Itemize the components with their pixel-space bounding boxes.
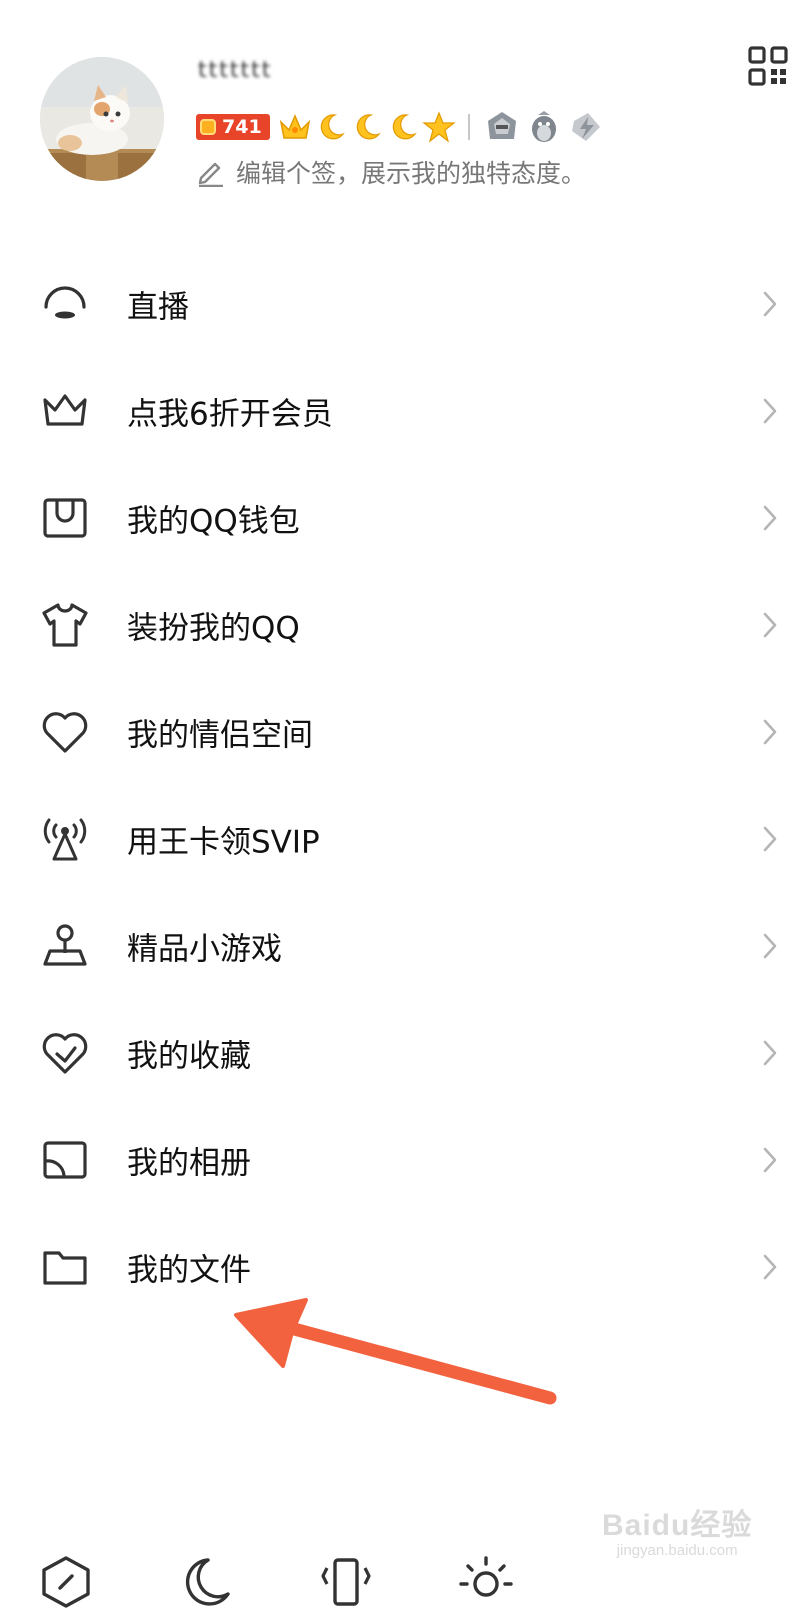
username: 𝗍𝗍𝗍𝗍𝗍𝗍𝗍 — [198, 60, 273, 82]
chevron-right-icon — [763, 719, 777, 744]
menu-label: 直播 — [127, 289, 189, 325]
tshirt-icon — [42, 602, 88, 647]
star-level-icon — [421, 111, 456, 143]
chevron-right-icon — [763, 1254, 777, 1279]
chevron-right-icon — [763, 291, 777, 316]
menu-label: 我的文件 — [127, 1252, 251, 1288]
signature-text: 编辑个签，展示我的独特态度。 — [236, 159, 587, 188]
moon-level-icon — [356, 114, 381, 140]
level-value: 741 — [222, 116, 262, 138]
menu-label: 我的情侣空间 — [127, 717, 313, 753]
penguin-badge-icon[interactable] — [524, 109, 564, 145]
menu-list: 直播 点我6折开会员 我的QQ钱包 装扮我的QQ 我的情侣空间 用王卡领SVIP… — [0, 250, 795, 1320]
crown-icon — [43, 393, 87, 426]
signature-edit[interactable]: 编辑个签，展示我的独特态度。 — [196, 154, 586, 190]
qr-code-icon — [748, 46, 788, 86]
menu-item-files[interactable]: 我的文件 — [0, 1213, 795, 1320]
menu-item-album[interactable]: 我的相册 — [0, 1106, 795, 1213]
chevron-right-icon — [763, 1040, 777, 1065]
avatar[interactable] — [40, 57, 164, 181]
menu-label: 我的收藏 — [127, 1038, 251, 1074]
wallet-icon — [43, 497, 87, 538]
menu-label: 装扮我的QQ — [127, 610, 300, 646]
menu-label: 点我6折开会员 — [127, 396, 333, 432]
watermark-url: jingyan.baidu.com — [616, 1542, 738, 1559]
photo-album-icon — [43, 1140, 87, 1179]
badge-row: 741 — [196, 110, 606, 144]
menu-label: 我的相册 — [127, 1145, 251, 1181]
menu-item-live[interactable]: 直播 — [0, 250, 795, 357]
folder-icon — [43, 1250, 87, 1285]
game-badge-icon[interactable] — [482, 109, 522, 145]
lightning-badge-icon[interactable] — [566, 109, 606, 145]
menu-item-king-card[interactable]: 用王卡领SVIP — [0, 785, 795, 892]
cat-avatar-image — [40, 57, 164, 181]
menu-item-vip[interactable]: 点我6折开会员 — [0, 357, 795, 464]
menu-item-wallet[interactable]: 我的QQ钱包 — [0, 464, 795, 571]
chevron-right-icon — [763, 1147, 777, 1172]
menu-label: 用王卡领SVIP — [127, 824, 320, 860]
chevron-right-icon — [763, 505, 777, 530]
menu-item-favorites[interactable]: 我的收藏 — [0, 999, 795, 1106]
qr-code-button[interactable] — [748, 46, 788, 86]
pencil-icon — [198, 162, 223, 187]
phone-vibrate-icon[interactable] — [318, 1554, 374, 1610]
baidu-watermark: Baidu经验 jingyan.baidu.com — [602, 1500, 752, 1559]
signal-tower-icon — [43, 818, 87, 860]
chevron-right-icon — [763, 398, 777, 423]
menu-item-mini-games[interactable]: 精品小游戏 — [0, 892, 795, 999]
joystick-icon — [43, 923, 87, 966]
menu-label: 我的QQ钱包 — [127, 503, 300, 539]
moon-level-icon — [392, 114, 417, 140]
chevron-right-icon — [763, 612, 777, 637]
menu-label: 精品小游戏 — [127, 931, 282, 967]
badge-divider — [467, 114, 470, 140]
level-badge-icon — [200, 119, 216, 135]
chevron-right-icon — [763, 826, 777, 851]
settings-hexagon-icon[interactable] — [38, 1554, 94, 1610]
favorite-heart-icon — [42, 1032, 88, 1074]
menu-item-couple-space[interactable]: 我的情侣空间 — [0, 678, 795, 785]
level-badge[interactable]: 741 — [196, 114, 270, 140]
heart-icon — [42, 711, 88, 753]
menu-item-theme[interactable]: 装扮我的QQ — [0, 571, 795, 678]
live-icon — [44, 285, 86, 318]
moon-level-icon — [320, 114, 345, 140]
watermark-title: Baidu经验 — [602, 1509, 753, 1542]
sun-brightness-icon[interactable] — [458, 1554, 514, 1610]
night-mode-moon-icon[interactable] — [178, 1554, 234, 1610]
crown-level-icon — [279, 114, 310, 139]
chevron-right-icon — [763, 933, 777, 958]
